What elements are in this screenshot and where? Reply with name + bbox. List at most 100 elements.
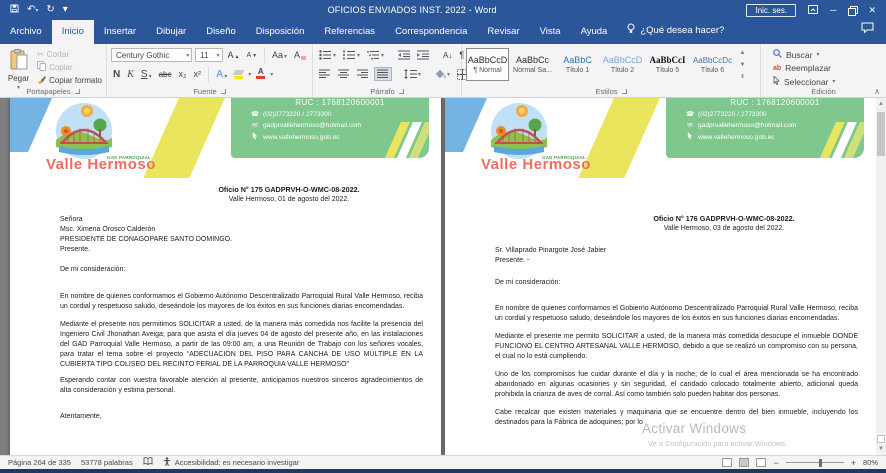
redo-icon[interactable]: ↻ <box>46 5 54 15</box>
bold-button[interactable]: N <box>111 69 122 80</box>
highlight-button[interactable] <box>232 70 245 79</box>
read-mode-button[interactable] <box>722 458 732 467</box>
addressee-block[interactable]: Señora Msc. Ximena Orosco Calderón PRESI… <box>60 215 423 255</box>
grow-font-button[interactable]: A▲ <box>226 50 242 60</box>
tab-correspondencia[interactable]: Correspondencia <box>385 20 477 44</box>
salutation[interactable]: De mi consideración: <box>60 265 423 275</box>
format-painter-button[interactable]: Copiar formato <box>37 75 102 86</box>
zoom-slider-thumb[interactable] <box>819 459 822 467</box>
paragraph[interactable]: En nombre de quienes conformamos el Gobi… <box>60 292 423 312</box>
tab-archivo[interactable]: Archivo <box>0 20 52 44</box>
zoom-level[interactable]: 80% <box>863 458 878 467</box>
tab-disposicion[interactable]: Disposición <box>246 20 315 44</box>
addressee-line[interactable]: Presente. - <box>495 256 858 266</box>
web-layout-button[interactable] <box>756 458 766 467</box>
strikethrough-button[interactable]: abc <box>157 70 174 79</box>
tab-diseno[interactable]: Diseño <box>196 20 246 44</box>
sign-in-button[interactable]: Inic. ses. <box>746 4 796 17</box>
tab-referencias[interactable]: Referencias <box>314 20 385 44</box>
letter-body[interactable]: Oficio N° 175 GADPRVH-O-WMC-08-2022. Val… <box>10 185 441 422</box>
restore-button[interactable] <box>848 6 856 14</box>
paragraph[interactable]: Mediante el presente nos permitimos SOLI… <box>60 320 423 370</box>
underline-button[interactable]: S▾ <box>139 69 154 80</box>
scroll-down-icon[interactable]: ▼ <box>878 446 884 455</box>
line-spacing-button[interactable]: ▾ <box>402 68 423 80</box>
addressee-block[interactable]: Sr. Villaprado Pinargote José Jabier Pre… <box>495 246 858 266</box>
paragraph-dialog-launcher-icon[interactable] <box>399 89 404 94</box>
find-button[interactable]: Buscar▾ <box>773 49 882 60</box>
font-dialog-launcher-icon[interactable] <box>221 89 226 94</box>
bullets-button[interactable]: ▾ <box>317 49 338 61</box>
comments-icon[interactable] <box>861 20 874 38</box>
undo-icon[interactable]: ↶▾ <box>27 5 38 15</box>
clear-formatting-button[interactable]: A <box>292 50 308 60</box>
word-count[interactable]: 53778 palabras <box>81 458 133 467</box>
document-page-2[interactable]: RUC : 1768120600001 ☎(02)2773220 / 27733… <box>445 98 876 455</box>
style-normal[interactable]: AaBbCcD¶ Normal <box>466 48 509 81</box>
addressee-line[interactable]: Presente. <box>60 245 423 255</box>
shrink-font-button[interactable]: A▼ <box>244 52 259 59</box>
page-indicator[interactable]: Página 264 de 335 <box>8 458 71 467</box>
tab-revisar[interactable]: Revisar <box>477 20 529 44</box>
addressee-line[interactable]: Msc. Ximena Orosco Calderón <box>60 225 423 235</box>
style-titulo-5[interactable]: AaBbCcITítulo 5 <box>646 48 689 81</box>
oficio-date[interactable]: Valle Hermoso, 01 de agosto del 2022. <box>155 195 423 205</box>
zoom-slider[interactable] <box>786 462 844 463</box>
save-icon[interactable] <box>10 4 19 16</box>
tab-vista[interactable]: Vista <box>530 20 571 44</box>
print-layout-button[interactable] <box>739 458 749 467</box>
styles-more-icon[interactable]: ⇟ <box>740 73 745 80</box>
clipboard-dialog-launcher-icon[interactable] <box>75 89 80 94</box>
paragraph[interactable]: Uno de los compromisos fue cuidar durant… <box>495 370 858 400</box>
addressee-line[interactable]: Sr. Villaprado Pinargote José Jabier <box>495 246 858 256</box>
shading-button[interactable]: ▾ <box>433 68 452 80</box>
increase-indent-button[interactable] <box>415 49 431 61</box>
numbering-button[interactable]: ▾ <box>341 49 362 61</box>
subscript-button[interactable]: x₂ <box>177 69 189 79</box>
multilevel-list-button[interactable]: ▾ <box>365 49 386 61</box>
text-effects-button[interactable]: A▾ <box>214 69 229 80</box>
copy-button[interactable]: Copiar <box>37 61 102 73</box>
closing[interactable]: Atentamente, <box>60 412 423 422</box>
document-page-1[interactable]: RUC : 1768120600001 ☎(02)2773220 / 27733… <box>10 98 441 455</box>
style-titulo-2[interactable]: AaBbCcDTítulo 2 <box>601 48 644 81</box>
font-name-select[interactable]: Century Gothic▾ <box>111 48 192 62</box>
accessibility-status[interactable]: Accesibilidad: es necesario investigar <box>163 457 300 468</box>
letter-body[interactable]: Oficio N° 176 GADPRVH-O-WMC-08-2022. Val… <box>445 214 876 428</box>
justify-button[interactable] <box>374 67 392 81</box>
highlight-dropdown-arrow[interactable]: ▾ <box>248 71 251 78</box>
align-left-button[interactable] <box>317 68 333 80</box>
tab-insertar[interactable]: Insertar <box>94 20 146 44</box>
tell-me-box[interactable]: ¿Qué desea hacer? <box>617 17 734 44</box>
paste-button[interactable]: Pegar ▾ <box>4 47 33 84</box>
collapse-ribbon-icon[interactable]: ∧ <box>874 87 880 96</box>
oficio-date[interactable]: Valle Hermoso, 03 de agosto del 2022. <box>590 224 858 234</box>
change-case-button[interactable]: Aa▾ <box>270 50 289 60</box>
font-color-button[interactable]: A <box>254 69 267 79</box>
salutation[interactable]: De mi consideración: <box>495 278 858 288</box>
paragraph[interactable]: En nombre de quienes conformamos el Gobi… <box>495 304 858 324</box>
scrollbar-thumb[interactable] <box>877 112 885 156</box>
paragraph[interactable]: Mediante el presente me permito SOLICITA… <box>495 332 858 362</box>
cut-button[interactable]: ✂Cortar <box>37 50 102 59</box>
style-titulo-1[interactable]: AaBbCTítulo 1 <box>556 48 599 81</box>
addressee-line[interactable]: Señora <box>60 215 423 225</box>
ribbon-display-options-icon[interactable] <box>808 5 818 16</box>
italic-button[interactable]: K <box>125 69 136 80</box>
font-size-select[interactable]: 11▾ <box>195 48 222 62</box>
oficio-number[interactable]: Oficio N° 175 GADPRVH-O-WMC-08-2022. <box>155 185 423 195</box>
styles-dialog-launcher-icon[interactable] <box>622 89 627 94</box>
superscript-button[interactable]: x² <box>192 69 204 79</box>
align-center-button[interactable] <box>336 68 352 80</box>
align-right-button[interactable] <box>355 68 371 80</box>
paragraph[interactable]: Esperando contar con vuestra favorable a… <box>60 376 423 396</box>
style-normal-sa[interactable]: AaBbCcNormal Sa... <box>511 48 554 81</box>
tab-ayuda[interactable]: Ayuda <box>571 20 618 44</box>
decrease-indent-button[interactable] <box>396 49 412 61</box>
vertical-scrollbar[interactable]: ▲ ▼ <box>876 98 886 455</box>
oficio-number[interactable]: Oficio N° 176 GADPRVH-O-WMC-08-2022. <box>590 214 858 224</box>
customize-qat-icon[interactable]: ▾ <box>63 5 68 15</box>
scroll-up-icon[interactable]: ▲ <box>878 98 884 110</box>
tab-inicio[interactable]: Inicio <box>52 20 94 44</box>
close-button[interactable]: ✕ <box>868 6 876 15</box>
